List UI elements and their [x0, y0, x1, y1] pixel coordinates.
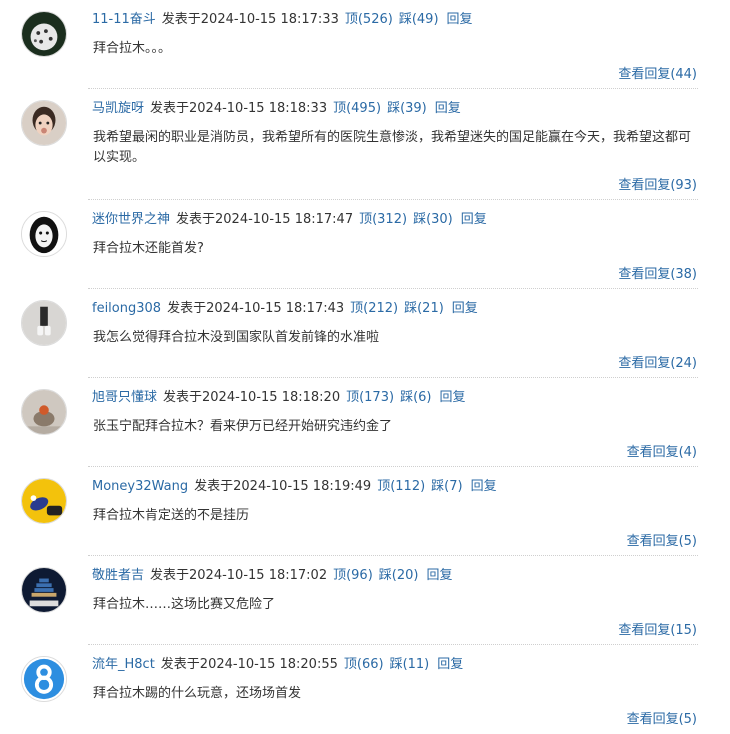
view-replies-link[interactable]: 查看回复(24) — [618, 352, 697, 371]
post-time: 发表于2024-10-15 18:18:20 — [163, 390, 341, 405]
upvote-link[interactable]: 顶(526) — [345, 12, 393, 27]
avatar[interactable] — [21, 211, 67, 257]
reply-link[interactable]: 回复 — [447, 12, 473, 27]
upvote-link[interactable]: 顶(495) — [333, 101, 381, 116]
view-replies-link[interactable]: 查看回复(15) — [618, 619, 697, 638]
avatar[interactable] — [21, 300, 67, 346]
post-time: 发表于2024-10-15 18:17:43 — [167, 301, 345, 316]
avatar[interactable] — [21, 389, 67, 435]
view-replies-link[interactable]: 查看回复(5) — [627, 708, 697, 727]
post-time: 发表于2024-10-15 18:20:55 — [160, 657, 338, 672]
comment-text: 拜合拉木。。。 — [93, 41, 172, 56]
post-time: 发表于2024-10-15 18:17:47 — [176, 212, 354, 227]
username-link[interactable]: 迷你世界之神 — [92, 212, 170, 227]
comment-text: 拜合拉木还能首发? — [93, 241, 204, 256]
comment-text: 拜合拉木……这场比赛又危险了 — [93, 597, 276, 612]
comment-text: 拜合拉木踢的什么玩意，还场场首发 — [93, 686, 302, 701]
comment-item: 敬胜者吉 发表于2024-10-15 18:17:02 顶(96) 踩(20) 回复 拜… — [0, 556, 730, 645]
comment-text: 张玉宁配拜合拉木？看来伊万已经开始研究违约金了 — [93, 419, 393, 434]
comment-meta: 流年_H8ct 发表于2024-10-15 18:20:55 顶(66) 踩(11) 回… — [92, 656, 463, 674]
reply-link[interactable]: 回复 — [461, 212, 487, 227]
downvote-link[interactable]: 踩(30) — [413, 212, 453, 227]
view-replies-link[interactable]: 查看回复(5) — [627, 530, 697, 549]
comment-item: Money32Wang 发表于2024-10-15 18:19:49 顶(112) 踩… — [0, 467, 730, 556]
avatar[interactable] — [21, 478, 67, 524]
avatar-image-icon — [22, 101, 66, 145]
upvote-link[interactable]: 顶(112) — [377, 479, 425, 494]
comment-text: 拜合拉木肯定送的不是挂历 — [93, 508, 250, 523]
avatar-image-icon — [22, 390, 66, 434]
upvote-link[interactable]: 顶(173) — [346, 390, 394, 405]
downvote-link[interactable]: 踩(7) — [431, 479, 462, 494]
username-link[interactable]: Money32Wang — [92, 479, 188, 494]
comment-meta: 敬胜者吉 发表于2024-10-15 18:17:02 顶(96) 踩(20) 回复 — [92, 567, 452, 585]
reply-link[interactable]: 回复 — [426, 568, 452, 583]
username-link[interactable]: 流年_H8ct — [92, 657, 155, 672]
avatar-eight-icon — [22, 657, 66, 701]
comment-list: 11-11奋斗 发表于2024-10-15 18:17:33 顶(526) 踩(49)… — [0, 0, 730, 734]
comment-meta: 迷你世界之神 发表于2024-10-15 18:17:47 顶(312) 踩(30) 回… — [92, 211, 487, 229]
reply-link[interactable]: 回复 — [439, 390, 465, 405]
comment-meta: feilong308 发表于2024-10-15 18:17:43 顶(212) 踩(… — [92, 300, 478, 318]
post-time: 发表于2024-10-15 18:17:02 — [150, 568, 328, 583]
avatar[interactable] — [21, 11, 67, 57]
upvote-link[interactable]: 顶(66) — [344, 657, 384, 672]
avatar[interactable] — [21, 100, 67, 146]
comment-item: feilong308 发表于2024-10-15 18:17:43 顶(212) 踩(… — [0, 289, 730, 378]
reply-link[interactable]: 回复 — [471, 479, 497, 494]
reply-link[interactable]: 回复 — [452, 301, 478, 316]
downvote-link[interactable]: 踩(11) — [390, 657, 430, 672]
view-replies-link[interactable]: 查看回复(38) — [618, 263, 697, 282]
downvote-link[interactable]: 踩(20) — [379, 568, 419, 583]
avatar-image-icon — [22, 301, 66, 345]
username-link[interactable]: 11-11奋斗 — [92, 12, 156, 27]
avatar[interactable] — [21, 656, 67, 702]
comment-item: 迷你世界之神 发表于2024-10-15 18:17:47 顶(312) 踩(30) 回… — [0, 200, 730, 289]
downvote-link[interactable]: 踩(21) — [404, 301, 444, 316]
comment-meta: 旭哥只懂球 发表于2024-10-15 18:18:20 顶(173) 踩(6) 回复 — [92, 389, 466, 407]
comment-text: 我怎么觉得拜合拉木没到国家队首发前锋的水准啦 — [93, 330, 380, 345]
comment-meta: 马凯旋呀 发表于2024-10-15 18:18:33 顶(495) 踩(39) 回复 — [92, 100, 461, 118]
avatar-image-icon — [22, 212, 66, 256]
view-replies-link[interactable]: 查看回复(44) — [618, 63, 697, 82]
upvote-link[interactable]: 顶(212) — [350, 301, 398, 316]
comment-item: 流年_H8ct 发表于2024-10-15 18:20:55 顶(66) 踩(11) 回… — [0, 645, 730, 734]
upvote-link[interactable]: 顶(312) — [359, 212, 407, 227]
post-time: 发表于2024-10-15 18:18:33 — [150, 101, 328, 116]
reply-link[interactable]: 回复 — [437, 657, 463, 672]
view-replies-link[interactable]: 查看回复(93) — [618, 174, 697, 193]
avatar[interactable] — [21, 567, 67, 613]
avatar-image-icon — [22, 568, 66, 612]
downvote-link[interactable]: 踩(39) — [387, 101, 427, 116]
post-time: 发表于2024-10-15 18:19:49 — [194, 479, 372, 494]
username-link[interactable]: 敬胜者吉 — [92, 568, 144, 583]
downvote-link[interactable]: 踩(6) — [400, 390, 431, 405]
comment-meta: Money32Wang 发表于2024-10-15 18:19:49 顶(112) 踩… — [92, 478, 497, 496]
view-replies-link[interactable]: 查看回复(4) — [627, 441, 697, 460]
username-link[interactable]: 马凯旋呀 — [92, 101, 144, 116]
comment-text: 我希望最闲的职业是消防员，我希望所有的医院生意惨淡，我希望迷失的国足能赢在今天，… — [93, 130, 692, 165]
post-time: 发表于2024-10-15 18:17:33 — [161, 12, 339, 27]
username-link[interactable]: 旭哥只懂球 — [92, 390, 157, 405]
avatar-image-icon — [22, 479, 66, 523]
upvote-link[interactable]: 顶(96) — [333, 568, 373, 583]
username-link[interactable]: feilong308 — [92, 301, 161, 316]
avatar-image-icon — [22, 12, 66, 56]
comment-item: 马凯旋呀 发表于2024-10-15 18:18:33 顶(495) 踩(39) 回复 … — [0, 89, 730, 200]
comment-meta: 11-11奋斗 发表于2024-10-15 18:17:33 顶(526) 踩(49)… — [92, 11, 473, 29]
downvote-link[interactable]: 踩(49) — [399, 12, 439, 27]
comment-item: 11-11奋斗 发表于2024-10-15 18:17:33 顶(526) 踩(49)… — [0, 0, 730, 89]
comment-item: 旭哥只懂球 发表于2024-10-15 18:18:20 顶(173) 踩(6) 回复 … — [0, 378, 730, 467]
reply-link[interactable]: 回复 — [435, 101, 461, 116]
